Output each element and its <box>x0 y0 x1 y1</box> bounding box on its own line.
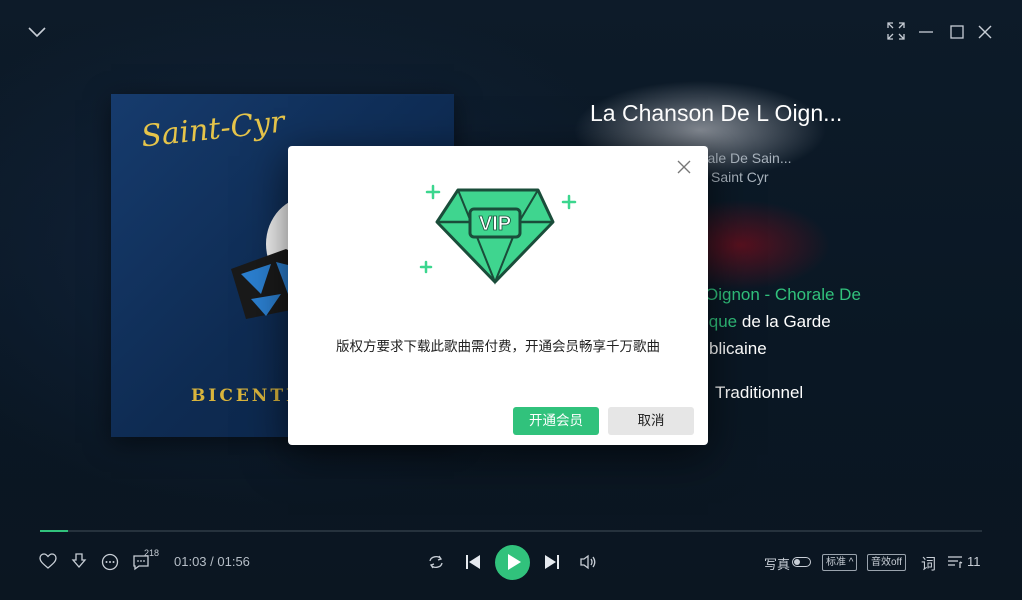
lyric-line-4: Traditionnel <box>715 383 804 402</box>
volume-icon[interactable] <box>579 553 597 571</box>
play-button[interactable] <box>495 545 530 580</box>
portrait-mode-toggle[interactable] <box>792 557 811 567</box>
quality-selector[interactable]: 标准 ^ <box>822 554 858 571</box>
lyric-line-3: blicaine <box>709 339 767 358</box>
fullscreen-icon[interactable] <box>887 22 907 42</box>
open-vip-button[interactable]: 开通会员 <box>513 407 599 435</box>
vip-diamond-icon: VIP <box>419 184 577 285</box>
song-album[interactable]: Saint Cyr <box>711 169 769 185</box>
quality-label: 标准 <box>826 557 846 568</box>
dialog-message: 版权方要求下载此歌曲需付费，开通会员畅享千万歌曲 <box>336 339 660 354</box>
comment-count-badge: 218 <box>144 548 160 558</box>
sound-effect-button[interactable]: 音效off <box>867 554 906 571</box>
portrait-mode-label[interactable]: 写真 <box>764 554 790 573</box>
minimize-icon[interactable] <box>917 22 937 42</box>
maximize-icon[interactable] <box>948 22 968 42</box>
progress-fill <box>40 530 69 532</box>
next-track-icon[interactable] <box>543 553 561 571</box>
cancel-button[interactable]: 取消 <box>608 407 694 435</box>
vip-text: VIP <box>479 213 511 235</box>
download-icon[interactable] <box>70 552 88 570</box>
repeat-mode-icon[interactable] <box>427 553 445 571</box>
lyric-line-1: Oignon - Chorale De <box>705 285 861 304</box>
more-options-icon[interactable] <box>101 553 119 571</box>
song-artist[interactable]: orale De Sain... <box>695 150 792 166</box>
lyric-line-2-rest: de la Garde <box>737 312 831 331</box>
playlist-icon[interactable] <box>947 555 963 569</box>
lyrics-toggle-button[interactable]: 词 <box>921 553 936 574</box>
progress-bar[interactable] <box>40 530 982 532</box>
collapse-chevron-down-icon[interactable] <box>27 24 47 40</box>
previous-track-icon[interactable] <box>464 553 482 571</box>
close-window-icon[interactable] <box>976 22 996 42</box>
playback-time: 01:03 / 01:56 <box>174 554 250 569</box>
lyric-line-2: ique de la Garde <box>705 312 831 332</box>
toggle-knob <box>794 559 800 565</box>
chevron-up-icon: ^ <box>848 557 854 568</box>
playlist-count: 11 <box>967 554 981 569</box>
lyric-line-2-highlight: ique <box>705 312 738 331</box>
cover-bottom-text: BICENTE <box>191 386 302 406</box>
like-heart-icon[interactable] <box>39 553 57 570</box>
dialog-close-icon[interactable] <box>676 159 692 175</box>
vip-required-dialog: VIP 版权方要求下载此歌曲需付费，开通会员畅享千万歌曲 开通会员 取消 <box>288 146 708 445</box>
song-title: La Chanson De L Oign... <box>590 100 843 126</box>
